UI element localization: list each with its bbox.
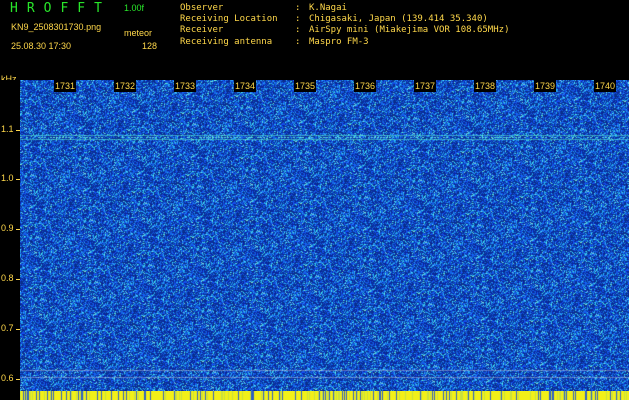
time-axis: 1731 1732 1733 1734 1735 1736 1737 1738 …	[20, 80, 629, 92]
time-label: 1734	[234, 80, 257, 92]
info-value: AirSpy mini (Miakejima VOR 108.65MHz)	[309, 25, 510, 36]
station-info: Observer: K.Nagai Receiving Location: Chig…	[180, 3, 509, 48]
time-label: 1740	[594, 80, 617, 92]
header-panel: HROFFT 1.00f KN9_2508301730.png meteor 2…	[0, 0, 629, 78]
time-label: 1732	[114, 80, 137, 92]
info-value: K.Nagai	[309, 3, 347, 13]
signal-level-strip	[20, 391, 629, 400]
time-label: 1737	[414, 80, 437, 92]
info-separator: :	[295, 3, 301, 13]
frequency-axis: 1.1 1.0 0.9 0.8 0.7 0.6	[0, 80, 20, 400]
info-value: Chigasaki, Japan (139.414 35.340)	[309, 14, 488, 25]
info-value: Maspro FM-3	[309, 36, 369, 47]
info-key: Receiver	[180, 25, 224, 36]
info-row-receiver: Receiver: AirSpy mini (Miakejima VOR 108.…	[180, 25, 509, 36]
spectrogram[interactable]	[20, 80, 629, 391]
info-key: Receiving Location	[180, 14, 278, 25]
count-label: 128	[142, 41, 158, 51]
info-row-observer: Observer: K.Nagai	[180, 3, 509, 14]
app-title: HROFFT	[10, 1, 111, 16]
freq-tick-label: 0.6	[1, 373, 14, 383]
time-label: 1735	[294, 80, 317, 92]
info-separator: :	[295, 14, 301, 25]
time-label: 1739	[534, 80, 557, 92]
file-name: KN9_2508301730.png	[11, 22, 102, 32]
mode-label: meteor	[124, 28, 153, 38]
freq-tick-label: 0.7	[1, 323, 14, 333]
info-row-location: Receiving Location: Chigasaki, Japan (139…	[180, 14, 509, 25]
freq-tick-label: 0.8	[1, 273, 14, 283]
info-separator: :	[295, 36, 301, 47]
time-label: 1738	[474, 80, 497, 92]
time-label: 1731	[54, 80, 77, 92]
app-version: 1.00f	[124, 3, 145, 13]
freq-tick-label: 0.9	[1, 223, 14, 233]
freq-tick-label: 1.1	[1, 124, 14, 134]
info-key: Observer	[180, 3, 224, 13]
time-label: 1736	[354, 80, 377, 92]
freq-tick-label: 1.0	[1, 173, 14, 183]
info-key: Receiving antenna	[180, 36, 273, 47]
time-label: 1733	[174, 80, 197, 92]
info-row-antenna: Receiving antenna: Maspro FM-3	[180, 37, 509, 48]
info-separator: :	[295, 25, 301, 36]
datetime-label: 25.08.30 17:30	[11, 41, 72, 51]
